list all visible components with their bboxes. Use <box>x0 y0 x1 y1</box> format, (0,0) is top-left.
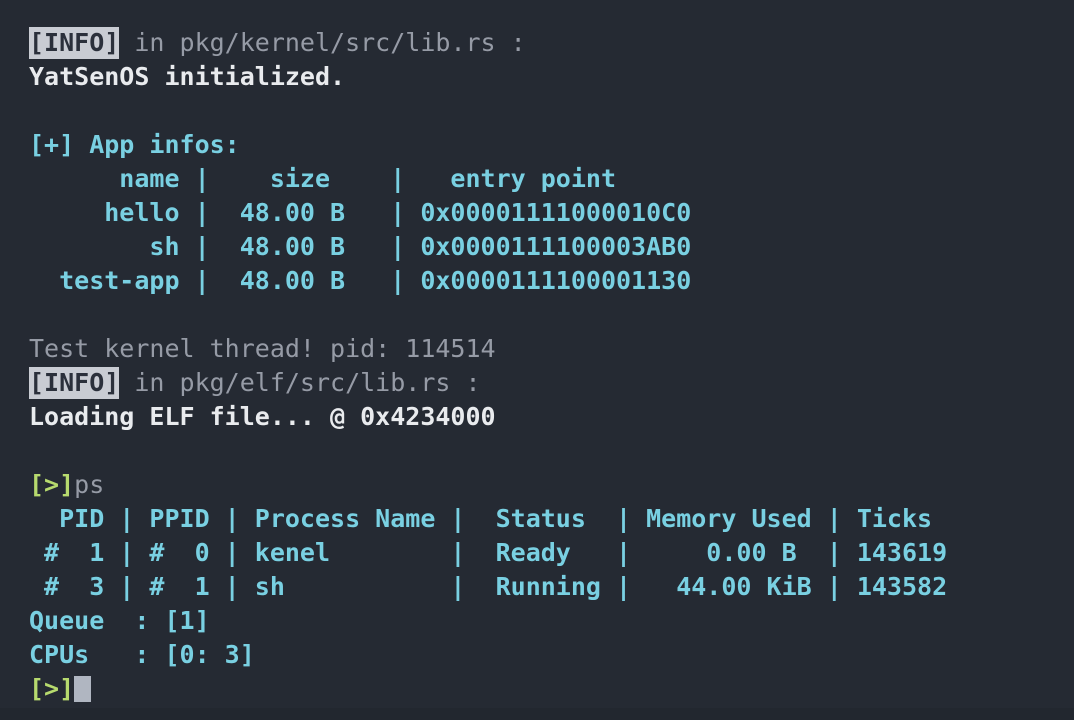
app-infos-row-test-app: test-app | 48.00 B | 0x0000111100001130 <box>29 266 691 295</box>
app-infos-heading: [+] App infos: <box>29 128 1074 162</box>
text-cursor <box>74 676 91 702</box>
log-line-elf-info: [INFO] in pkg/elf/src/lib.rs : <box>29 366 1074 400</box>
shell-command-text: ps <box>74 470 104 499</box>
ps-queue-value: : [1] <box>134 606 209 635</box>
blank-line <box>29 298 1074 332</box>
app-infos-row-sh: sh | 48.00 B | 0x0000111100003AB0 <box>29 232 691 261</box>
ps-cpus-value: : [0: 3] <box>134 640 254 669</box>
kernel-init-message: YatSenOS initialized. <box>29 62 345 91</box>
log-location-kernel: in pkg/kernel/src/lib.rs : <box>119 28 525 57</box>
log-line-elf-message: Loading ELF file... @ 0x4234000 <box>29 400 1074 434</box>
app-infos-header-row: name | size | entry point <box>29 162 1074 196</box>
ps-cpus-line: CPUs : [0: 3] <box>29 638 1074 672</box>
shell-prompt: [>] <box>29 470 74 499</box>
blank-line <box>29 434 1074 468</box>
app-infos-header-text: name | size | entry point <box>29 164 616 193</box>
ps-row-kenel: # 1 | # 0 | kenel | Ready | 0.00 B | 143… <box>29 538 947 567</box>
info-badge: [INFO] <box>29 367 119 399</box>
elf-load-message: Loading ELF file... @ 0x4234000 <box>29 402 496 431</box>
app-infos-heading-text: [+] App infos: <box>29 130 240 159</box>
shell-command-line: [>]ps <box>29 468 1074 502</box>
kernel-thread-line: Test kernel thread! pid: 114514 <box>29 332 1074 366</box>
shell-prompt: [>] <box>29 674 74 703</box>
ps-header-row: PID | PPID | Process Name | Status | Mem… <box>29 502 1074 536</box>
table-row: # 1 | # 0 | kenel | Ready | 0.00 B | 143… <box>29 536 1074 570</box>
log-line-kernel-info: [INFO] in pkg/kernel/src/lib.rs : <box>29 26 1074 60</box>
table-row: # 3 | # 1 | sh | Running | 44.00 KiB | 1… <box>29 570 1074 604</box>
ps-cpus-label: CPUs <box>29 640 134 669</box>
active-prompt-line[interactable]: [>] <box>29 672 1074 706</box>
log-line-kernel-message: YatSenOS initialized. <box>29 60 1074 94</box>
info-badge: [INFO] <box>29 27 119 59</box>
log-location-elf: in pkg/elf/src/lib.rs : <box>119 368 480 397</box>
ps-queue-label: Queue <box>29 606 134 635</box>
app-infos-row-hello: hello | 48.00 B | 0x00001111000010C0 <box>29 198 691 227</box>
terminal-screen[interactable]: [INFO] in pkg/kernel/src/lib.rs : YatSen… <box>0 0 1074 720</box>
kernel-thread-message: Test kernel thread! pid: 114514 <box>29 334 496 363</box>
ps-queue-line: Queue : [1] <box>29 604 1074 638</box>
ps-row-sh: # 3 | # 1 | sh | Running | 44.00 KiB | 1… <box>29 572 947 601</box>
blank-line <box>29 94 1074 128</box>
app-infos-row: sh | 48.00 B | 0x0000111100003AB0 <box>29 230 1074 264</box>
app-infos-row: test-app | 48.00 B | 0x0000111100001130 <box>29 264 1074 298</box>
app-infos-row: hello | 48.00 B | 0x00001111000010C0 <box>29 196 1074 230</box>
ps-header-text: PID | PPID | Process Name | Status | Mem… <box>29 504 932 533</box>
